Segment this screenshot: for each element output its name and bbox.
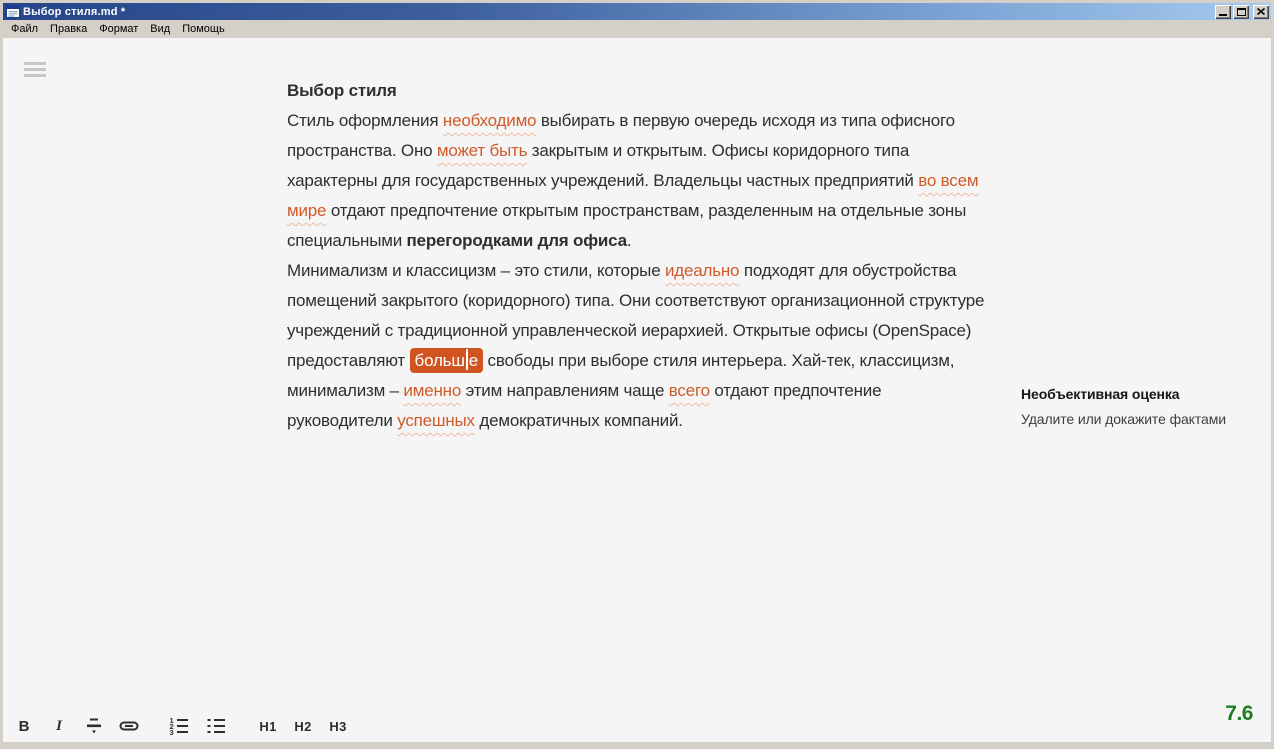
menu-item-1[interactable]: Правка — [44, 21, 93, 37]
hamburger-menu-icon[interactable] — [24, 62, 46, 77]
close-button[interactable] — [1253, 5, 1269, 19]
readability-score[interactable]: 7.6 — [1225, 702, 1253, 726]
format-toolbar: B I 1 2 3 — [12, 713, 352, 739]
link-icon — [118, 715, 140, 737]
minimize-button[interactable] — [1215, 5, 1231, 19]
suggestion-title: Необъективная оценка — [1021, 386, 1266, 402]
body-text: . — [627, 231, 632, 250]
h3-button[interactable]: H3 — [324, 714, 352, 738]
editor-text[interactable]: Выбор стиля Стиль оформления необходимо в… — [287, 76, 985, 436]
menu-item-3[interactable]: Вид — [144, 21, 176, 37]
bold-text: Выбор стиля — [287, 81, 397, 100]
close-icon — [1257, 8, 1265, 15]
flagged-word[interactable]: необходимо — [443, 111, 536, 130]
body-text: Минимализм и классицизм – это стили, кот… — [287, 261, 665, 280]
maximize-icon — [1237, 8, 1246, 16]
ordered-list-button[interactable]: 1 2 3 — [167, 714, 191, 738]
h2-button[interactable]: H2 — [289, 714, 317, 738]
paragraph: Выбор стиля — [287, 76, 985, 106]
strikethrough-button[interactable] — [82, 714, 106, 738]
body-text: демократичных компаний. — [475, 411, 683, 430]
selected-word[interactable]: больше — [410, 348, 484, 373]
paragraph: Минимализм и классицизм – это стили, кот… — [287, 256, 985, 436]
title-bar: Выбор стиля.md * — [3, 3, 1271, 20]
bold-button[interactable]: B — [12, 714, 36, 738]
app-window: Выбор стиля.md * ФайлПравкаФорматВидПомо… — [0, 0, 1274, 749]
window-title: Выбор стиля.md * — [23, 6, 125, 18]
body-text: этим направлениям чаще — [461, 381, 669, 400]
editor-content-area: Выбор стиля Стиль оформления необходимо в… — [3, 38, 1271, 742]
suggestion-card[interactable]: Необъективная оценка Удалите или докажит… — [1021, 386, 1266, 427]
bold-text: перегородками для офиса — [407, 231, 627, 250]
window-controls — [1215, 5, 1269, 19]
menu-item-2[interactable]: Формат — [93, 21, 144, 37]
text-caret — [466, 349, 468, 370]
flagged-word[interactable]: именно — [403, 381, 461, 400]
h1-button[interactable]: H1 — [254, 714, 282, 738]
flagged-word[interactable]: может быть — [437, 141, 527, 160]
unordered-list-button[interactable] — [204, 714, 228, 738]
menu-item-4[interactable]: Помощь — [176, 21, 231, 37]
body-text: Стиль оформления — [287, 111, 443, 130]
unordered-list-icon — [205, 715, 227, 737]
ordered-list-icon: 1 2 3 — [168, 715, 190, 737]
menu-item-0[interactable]: Файл — [5, 21, 44, 37]
flagged-word[interactable]: идеально — [665, 261, 739, 280]
link-button[interactable] — [117, 714, 141, 738]
flagged-word[interactable]: всего — [669, 381, 710, 400]
italic-button[interactable]: I — [47, 714, 71, 738]
svg-text:3: 3 — [170, 728, 174, 737]
maximize-button[interactable] — [1233, 5, 1249, 19]
flagged-word[interactable]: успешных — [397, 411, 475, 430]
app-icon — [6, 5, 20, 18]
minimize-icon — [1219, 14, 1227, 16]
menu-bar: ФайлПравкаФорматВидПомощь — [3, 20, 1271, 38]
strikethrough-icon — [83, 715, 105, 737]
suggestion-subtitle: Удалите или докажите фактами — [1021, 411, 1266, 427]
paragraph: Стиль оформления необходимо выбирать в п… — [287, 106, 985, 256]
